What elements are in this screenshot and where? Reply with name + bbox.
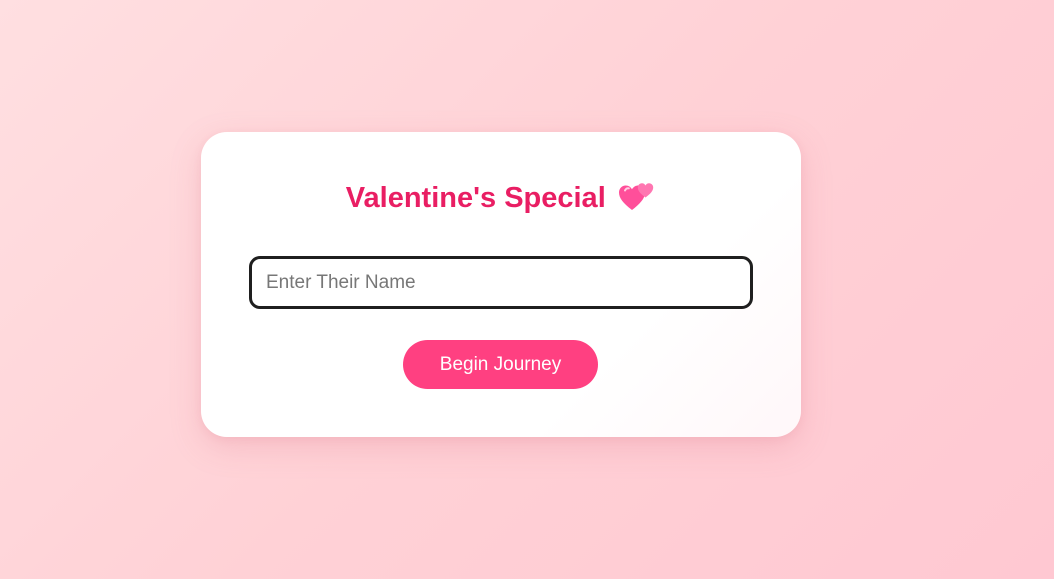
card-header: Valentine's Special — [201, 178, 801, 218]
two-hearts-icon — [618, 179, 656, 213]
welcome-card: Valentine's Special Begin Journey — [201, 132, 801, 437]
page-title: Valentine's Special — [345, 182, 606, 214]
begin-journey-button[interactable]: Begin Journey — [403, 340, 598, 389]
name-input[interactable] — [249, 256, 753, 309]
